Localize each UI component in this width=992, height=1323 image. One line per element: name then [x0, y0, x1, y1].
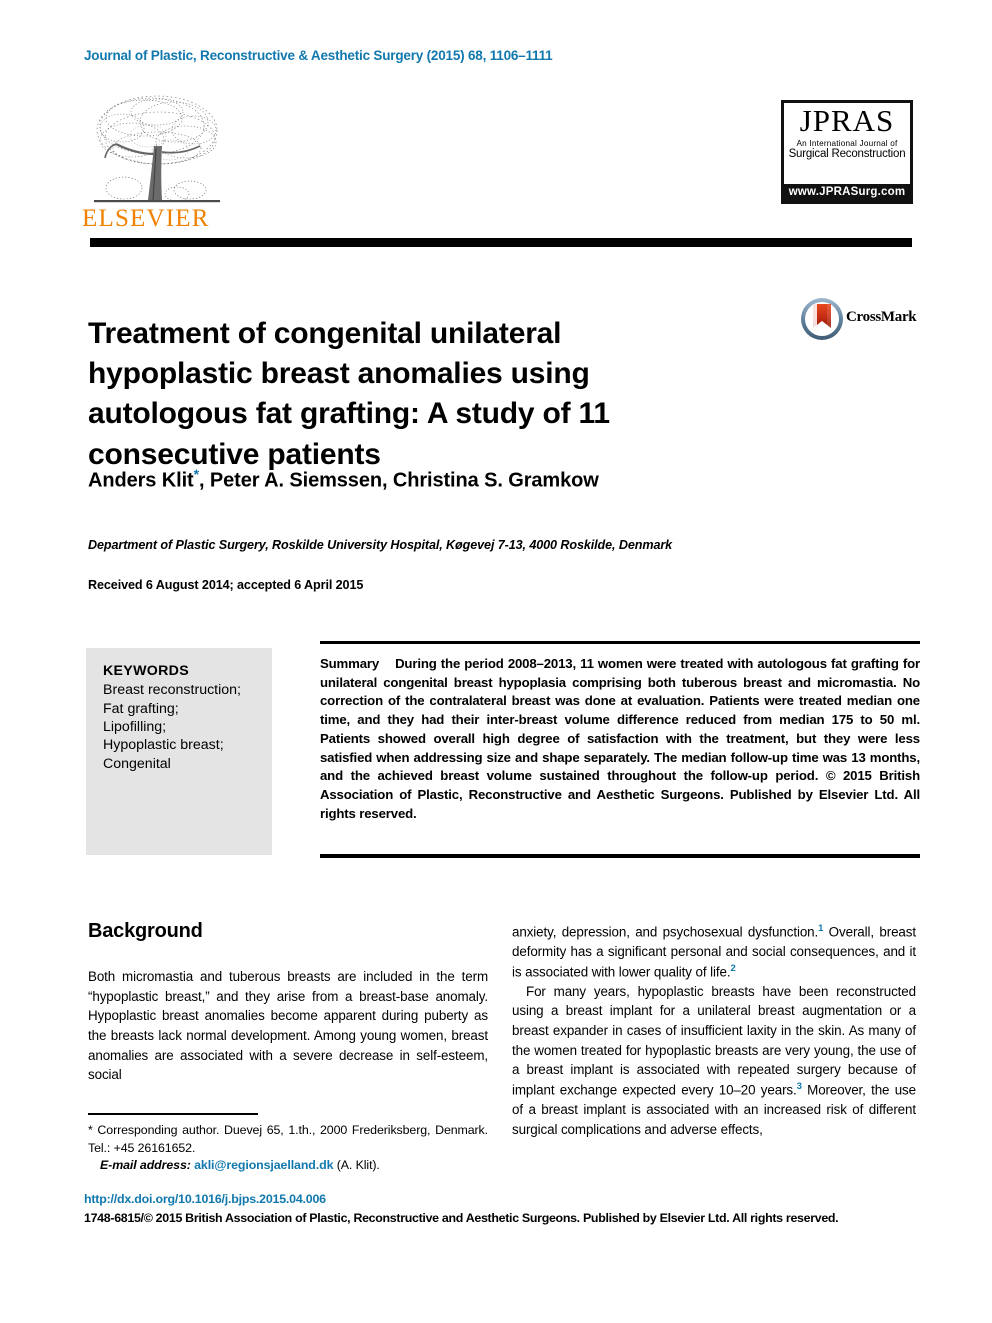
jpras-website: www.JPRASurg.com: [784, 184, 910, 201]
jpras-title: JPRAS: [799, 103, 895, 138]
body-column-left: Background Both micromastia and tuberous…: [88, 920, 488, 1085]
affiliation: Department of Plastic Surgery, Roskilde …: [88, 538, 673, 552]
author-list: Anders Klit*, Peter A. Siemssen, Christi…: [88, 466, 868, 493]
copyright-line: 1748-6815/© 2015 British Association of …: [84, 1211, 839, 1225]
jpras-logo: JPRAS An International Journal of Surgic…: [781, 100, 913, 204]
article-dates: Received 6 August 2014; accepted 6 April…: [88, 578, 364, 592]
keyword-item: Lipofilling;: [103, 718, 167, 735]
abstract-label: Summary: [320, 656, 380, 671]
jpras-subtitle-line1: An International Journal of: [796, 139, 898, 148]
author-others: , Peter A. Siemssen, Christina S. Gramko…: [198, 469, 599, 492]
email-link[interactable]: akli@regionsjaelland.dk: [194, 1158, 333, 1172]
masthead-divider: [90, 238, 912, 247]
keyword-item: Hypoplastic breast;: [103, 737, 224, 754]
elsevier-wordmark: ELSEVIER: [82, 205, 210, 232]
body-column-right: anxiety, depression, and psychosexual dy…: [512, 922, 916, 1139]
crossmark-label: CrossMark: [846, 309, 917, 325]
email-attribution: (A. Klit).: [336, 1158, 380, 1173]
abstract-text: During the period 2008–2013, 11 women we…: [320, 656, 920, 784]
author-primary: Anders Klit: [88, 469, 194, 492]
keywords-heading: KEYWORDS: [103, 663, 189, 679]
keyword-item: Congenital: [103, 755, 171, 772]
doi-link[interactable]: http://dx.doi.org/10.1016/j.bjps.2015.04…: [84, 1192, 326, 1206]
email-label: E-mail address:: [100, 1158, 191, 1173]
paragraph-text: For many years, hypoplastic breasts have…: [512, 983, 916, 1098]
page-title: Treatment of congenital unilateral hypop…: [88, 317, 610, 471]
keyword-item: Fat grafting;: [103, 700, 179, 717]
jpras-subtitle-line2: Surgical Reconstruction: [788, 148, 906, 161]
abstract-rule-top: [320, 641, 920, 644]
paragraph: Both micromastia and tuberous breasts ar…: [88, 969, 488, 1083]
journal-reference: Journal of Plastic, Reconstructive & Aes…: [84, 48, 553, 63]
article-first-page: Journal of Plastic, Reconstructive & Aes…: [0, 0, 992, 1323]
citation-ref[interactable]: 2: [730, 963, 735, 974]
paragraph: anxiety, depression, and psychosexual dy…: [512, 922, 916, 982]
footnote: * Corresponding author. Duevej 65, 1.th.…: [88, 1122, 488, 1175]
email-note: E-mail address: akli@regionsjaelland.dk …: [88, 1157, 488, 1175]
footnote-divider: [88, 1113, 258, 1115]
section-heading-background: Background: [88, 920, 203, 942]
crossmark-badge[interactable]: CrossMark: [800, 297, 922, 341]
corresponding-author-note: * Corresponding author. Duevej 65, 1.th.…: [88, 1123, 488, 1155]
crossmark-icon: [801, 298, 843, 340]
abstract: Summary During the period 2008–2013, 11 w…: [320, 655, 920, 824]
keywords-panel: KEYWORDS Breast reconstruction; Fat graf…: [86, 648, 272, 855]
abstract-rule-bottom: [320, 854, 920, 858]
paragraph: For many years, hypoplastic breasts have…: [512, 982, 916, 1139]
paragraph-text: anxiety, depression, and psychosexual dy…: [512, 924, 819, 940]
keyword-item: Breast reconstruction;: [103, 682, 241, 699]
